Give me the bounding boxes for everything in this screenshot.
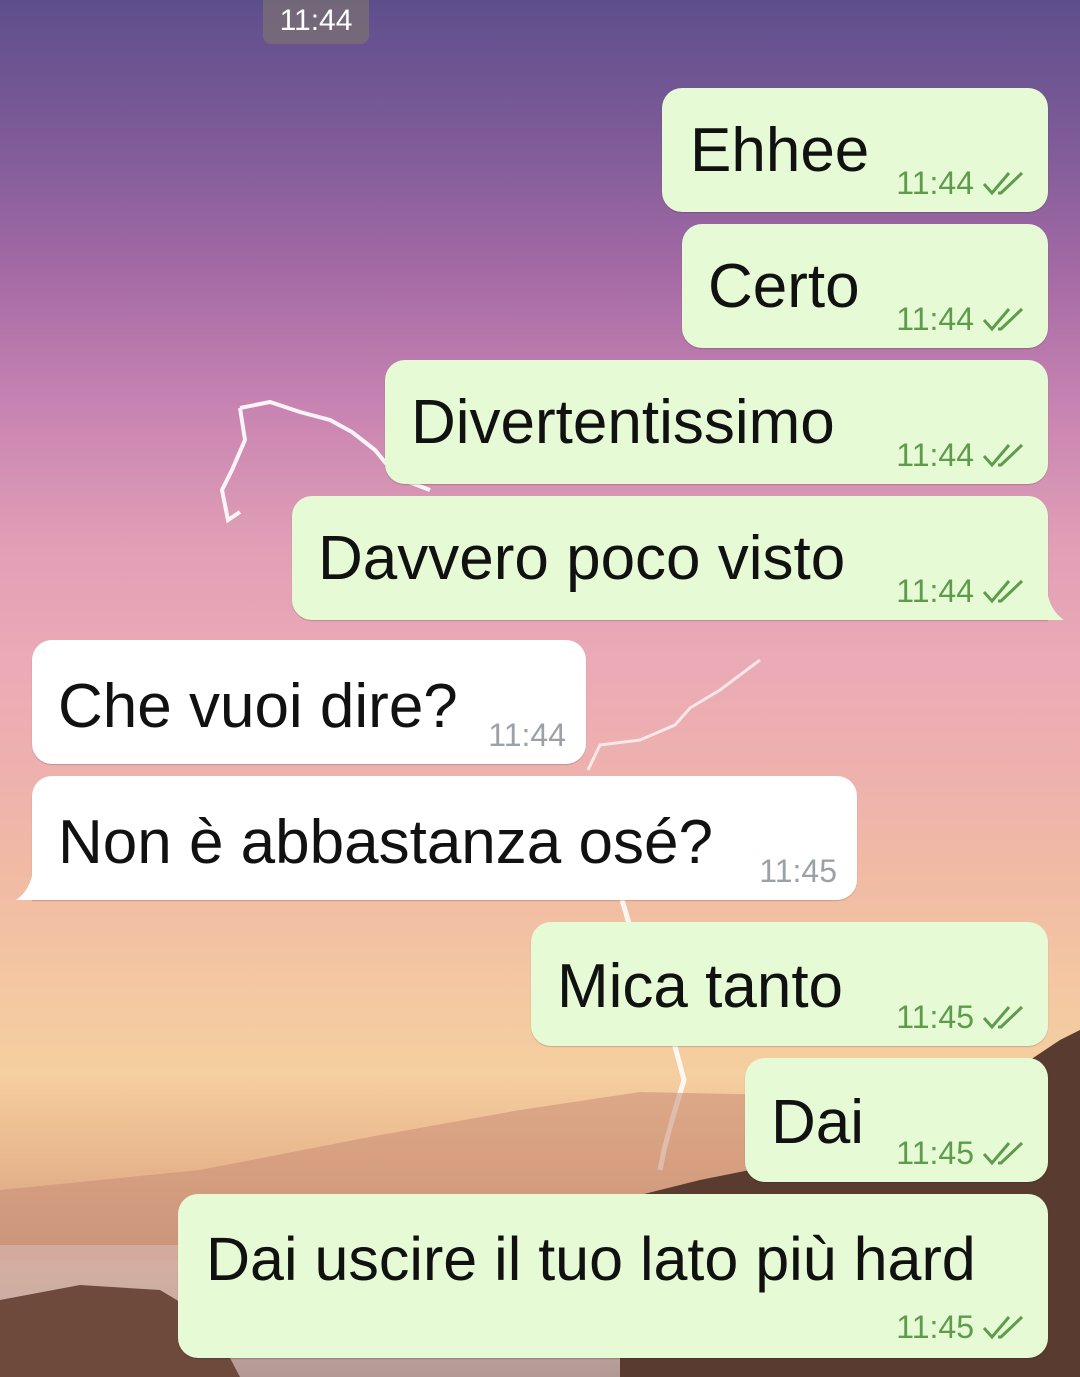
message-meta: 11:45 — [896, 1136, 1030, 1170]
date-chip: 11:44 — [263, 0, 369, 44]
message-bubble-outgoing[interactable]: Divertentissimo 11:44 — [385, 360, 1048, 484]
message-time: 11:44 — [896, 573, 974, 609]
bubble-tail — [1046, 596, 1064, 620]
message-time: 11:45 — [896, 1135, 974, 1171]
message-meta: 11:45 — [896, 1000, 1030, 1034]
message-text: Dai uscire il tuo lato più hard — [206, 1225, 976, 1293]
message-bubble-outgoing[interactable]: Ehhee 11:44 — [662, 88, 1048, 212]
message-meta: 11:44 — [896, 574, 1030, 608]
double-check-icon — [982, 440, 1030, 470]
message-time: 11:44 — [488, 717, 566, 753]
message-bubble-incoming[interactable]: Non è abbastanza osé? 11:45 — [32, 776, 857, 900]
double-check-icon — [982, 1312, 1030, 1342]
message-bubble-outgoing[interactable]: Certo 11:44 — [682, 224, 1048, 348]
message-text: Che vuoi dire? — [58, 672, 458, 741]
message-bubble-outgoing[interactable]: Davvero poco visto 11:44 — [292, 496, 1048, 620]
message-time: 11:45 — [759, 853, 837, 889]
bubble-tail — [16, 876, 34, 900]
message-text: Certo — [708, 252, 860, 321]
message-meta: 11:45 — [759, 854, 837, 888]
message-meta: 11:44 — [896, 302, 1030, 336]
message-text: Dai — [771, 1088, 865, 1157]
double-check-icon — [982, 1002, 1030, 1032]
message-bubble-incoming[interactable]: Che vuoi dire? 11:44 — [32, 640, 586, 764]
message-meta: 11:44 — [896, 166, 1030, 200]
message-time: 11:44 — [896, 165, 974, 201]
double-check-icon — [982, 168, 1030, 198]
message-meta: 11:44 — [488, 718, 566, 752]
message-bubble-outgoing[interactable]: Dai uscire il tuo lato più hard 11:45 — [178, 1194, 1048, 1358]
message-bubble-outgoing[interactable]: Mica tanto 11:45 — [531, 922, 1048, 1046]
message-text: Divertentissimo — [411, 388, 835, 457]
message-time: 11:44 — [896, 437, 974, 473]
message-time: 11:45 — [896, 1309, 974, 1345]
message-meta: 11:45 — [896, 1310, 1030, 1344]
message-time: 11:44 — [896, 301, 974, 337]
message-text: Ehhee — [690, 116, 870, 185]
double-check-icon — [982, 1138, 1030, 1168]
message-time: 11:45 — [896, 999, 974, 1035]
message-text: Mica tanto — [557, 952, 844, 1021]
double-check-icon — [982, 576, 1030, 606]
message-text: Non è abbastanza osé? — [58, 808, 713, 877]
double-check-icon — [982, 304, 1030, 334]
message-text: Davvero poco visto — [318, 524, 846, 593]
message-meta: 11:44 — [896, 438, 1030, 472]
message-bubble-outgoing[interactable]: Dai 11:45 — [745, 1058, 1048, 1182]
